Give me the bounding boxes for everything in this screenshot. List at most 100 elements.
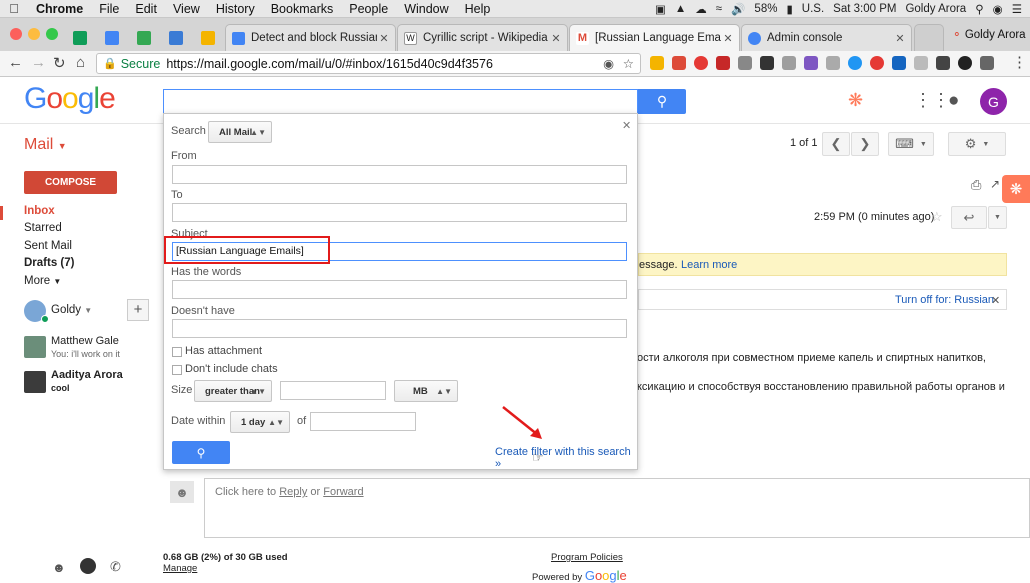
menu-app-name[interactable]: Chrome xyxy=(28,2,91,16)
extension-8-icon[interactable] xyxy=(804,56,818,70)
chrome-menu-icon[interactable]: ⋮ xyxy=(1012,53,1027,71)
no-chats-label[interactable]: Don't include chats xyxy=(185,363,278,375)
pinned-tab-app[interactable] xyxy=(160,26,192,50)
account-avatar[interactable]: G xyxy=(980,88,1007,115)
size-unit-select[interactable]: MB ▲▼ xyxy=(394,380,458,402)
extension-15-icon[interactable] xyxy=(958,56,972,70)
has-attachment-label[interactable]: Has attachment xyxy=(185,345,262,357)
tab-detect-block[interactable]: Detect and block Russian la ✕ xyxy=(225,24,396,51)
notification-center-icon[interactable]: ☰ xyxy=(1012,2,1022,16)
program-policies-link[interactable]: Program Policies xyxy=(551,552,623,563)
menu-edit[interactable]: Edit xyxy=(127,2,165,16)
extension-6-icon[interactable] xyxy=(760,56,774,70)
menu-history[interactable]: History xyxy=(208,2,263,16)
contact-avatar[interactable] xyxy=(24,336,46,358)
tab-close-icon[interactable]: ✕ xyxy=(721,32,735,45)
menu-file[interactable]: File xyxy=(91,2,127,16)
star-icon[interactable]: ☆ xyxy=(931,209,943,225)
address-bar[interactable]: 🔒 Secure https://mail.google.com/mail/u/… xyxy=(96,53,641,74)
extension-1-icon[interactable] xyxy=(650,56,664,70)
bookmark-star-icon[interactable]: ☆ xyxy=(623,56,634,71)
extension-13-icon[interactable] xyxy=(914,56,928,70)
settings-button[interactable]: ⚙ ▼ xyxy=(948,132,1006,156)
reply-link[interactable]: Reply xyxy=(279,486,307,498)
apple-icon[interactable]:  xyxy=(0,1,28,16)
pinned-tab-sheets[interactable] xyxy=(64,26,96,50)
size-operator-select[interactable]: greater than ▲▼ xyxy=(194,380,272,402)
hubspot-icon[interactable]: ❋ xyxy=(848,90,863,111)
turn-off-translate-link[interactable]: Turn off for: Russian xyxy=(895,294,994,306)
has-words-field[interactable] xyxy=(172,280,627,299)
menubar-user[interactable]: Goldy Arora xyxy=(905,3,966,15)
extension-7-icon[interactable] xyxy=(782,56,796,70)
eye-icon[interactable]: ◉ xyxy=(603,56,614,71)
doesnt-have-field[interactable] xyxy=(172,319,627,338)
menubar-clock[interactable]: Sat 3:00 PM xyxy=(833,3,896,15)
contact-avatar[interactable] xyxy=(24,371,46,393)
to-field[interactable] xyxy=(172,203,627,222)
window-zoom-button[interactable] xyxy=(46,28,58,40)
upload-icon[interactable]: ▲ xyxy=(675,3,686,15)
extension-12-icon[interactable] xyxy=(892,56,906,70)
cloud-icon[interactable]: ☁ xyxy=(695,2,707,16)
older-button[interactable]: ❯ xyxy=(851,132,879,156)
tab-close-icon[interactable]: ✕ xyxy=(549,32,563,45)
reload-icon[interactable]: ↻ xyxy=(53,54,66,72)
siri-icon[interactable]: ◉ xyxy=(993,2,1003,16)
tab-close-icon[interactable]: ✕ xyxy=(893,32,907,45)
contact-name[interactable]: Aaditya Arora xyxy=(51,369,123,381)
panel-search-button[interactable]: ⚲ xyxy=(172,441,230,464)
back-arrow-icon[interactable]: ← xyxy=(8,54,23,71)
hangouts-icon[interactable] xyxy=(80,558,96,574)
pinned-tab-docs[interactable] xyxy=(96,26,128,50)
from-field[interactable] xyxy=(172,165,627,184)
input-tools-button[interactable]: ⌨ ▼ xyxy=(888,132,934,156)
newer-button[interactable]: ❮ xyxy=(822,132,850,156)
forward-link[interactable]: Forward xyxy=(323,486,363,498)
reply-box[interactable]: Click here to Reply or Forward xyxy=(204,478,1030,538)
extension-14-icon[interactable] xyxy=(936,56,950,70)
pinned-tab-keep[interactable] xyxy=(192,26,224,50)
apps-grid-icon[interactable]: ⋮⋮ xyxy=(914,90,950,111)
phone-icon[interactable]: ✆ xyxy=(110,559,121,575)
search-scope-select[interactable]: All Mail ▲▼ xyxy=(208,121,272,143)
size-value-field[interactable] xyxy=(280,381,386,400)
nav-drafts[interactable]: Drafts (7) xyxy=(24,257,74,269)
print-icon[interactable]: ⎙ xyxy=(971,177,981,193)
tab-close-icon[interactable]: ✕ xyxy=(377,32,391,45)
menu-help[interactable]: Help xyxy=(457,2,499,16)
compose-button[interactable]: COMPOSE xyxy=(24,171,117,194)
url-text[interactable]: https://mail.google.com/mail/u/0/#inbox/… xyxy=(166,57,493,71)
home-icon[interactable]: ⌂ xyxy=(76,54,85,71)
extension-2-icon[interactable] xyxy=(672,56,686,70)
close-icon[interactable]: ✕ xyxy=(622,119,631,132)
profile-name[interactable]: ⚬ Goldy Arora xyxy=(952,27,1026,41)
new-window-icon[interactable]: ↗ xyxy=(990,177,1000,191)
no-chats-checkbox[interactable] xyxy=(172,365,182,375)
mail-switcher[interactable]: Mail ▼ xyxy=(24,136,67,154)
google-logo[interactable]: Google xyxy=(24,82,116,116)
contact-name[interactable]: Matthew Gale xyxy=(51,335,119,347)
has-attachment-checkbox[interactable] xyxy=(172,347,182,357)
add-contact-button[interactable]: + xyxy=(127,299,149,321)
date-field[interactable] xyxy=(310,412,416,431)
cast-icon[interactable] xyxy=(738,56,752,70)
contacts-person-icon[interactable]: ☻ xyxy=(52,560,66,575)
window-close-button[interactable] xyxy=(10,28,22,40)
extension-10-icon[interactable] xyxy=(848,56,862,70)
manage-storage-link[interactable]: Manage xyxy=(163,563,197,574)
nav-sent-mail[interactable]: Sent Mail xyxy=(24,240,72,252)
nav-inbox[interactable]: Inbox xyxy=(24,205,55,217)
extension-16-icon[interactable] xyxy=(980,56,994,70)
nav-more[interactable]: More ▼ xyxy=(24,275,61,287)
input-source[interactable]: U.S. xyxy=(802,3,824,15)
volume-icon[interactable]: 🔊 xyxy=(731,2,745,16)
pinned-tab-shopping[interactable] xyxy=(128,26,160,50)
spotlight-icon[interactable]: ⚲ xyxy=(975,2,983,16)
window-minimize-button[interactable] xyxy=(28,28,40,40)
notifications-icon[interactable]: ● xyxy=(948,90,959,112)
nav-starred[interactable]: Starred xyxy=(24,222,62,234)
extension-3-icon[interactable] xyxy=(694,56,708,70)
self-name[interactable]: Goldy ▼ xyxy=(51,304,92,316)
tab-admin-console[interactable]: Admin console ✕ xyxy=(741,24,912,51)
